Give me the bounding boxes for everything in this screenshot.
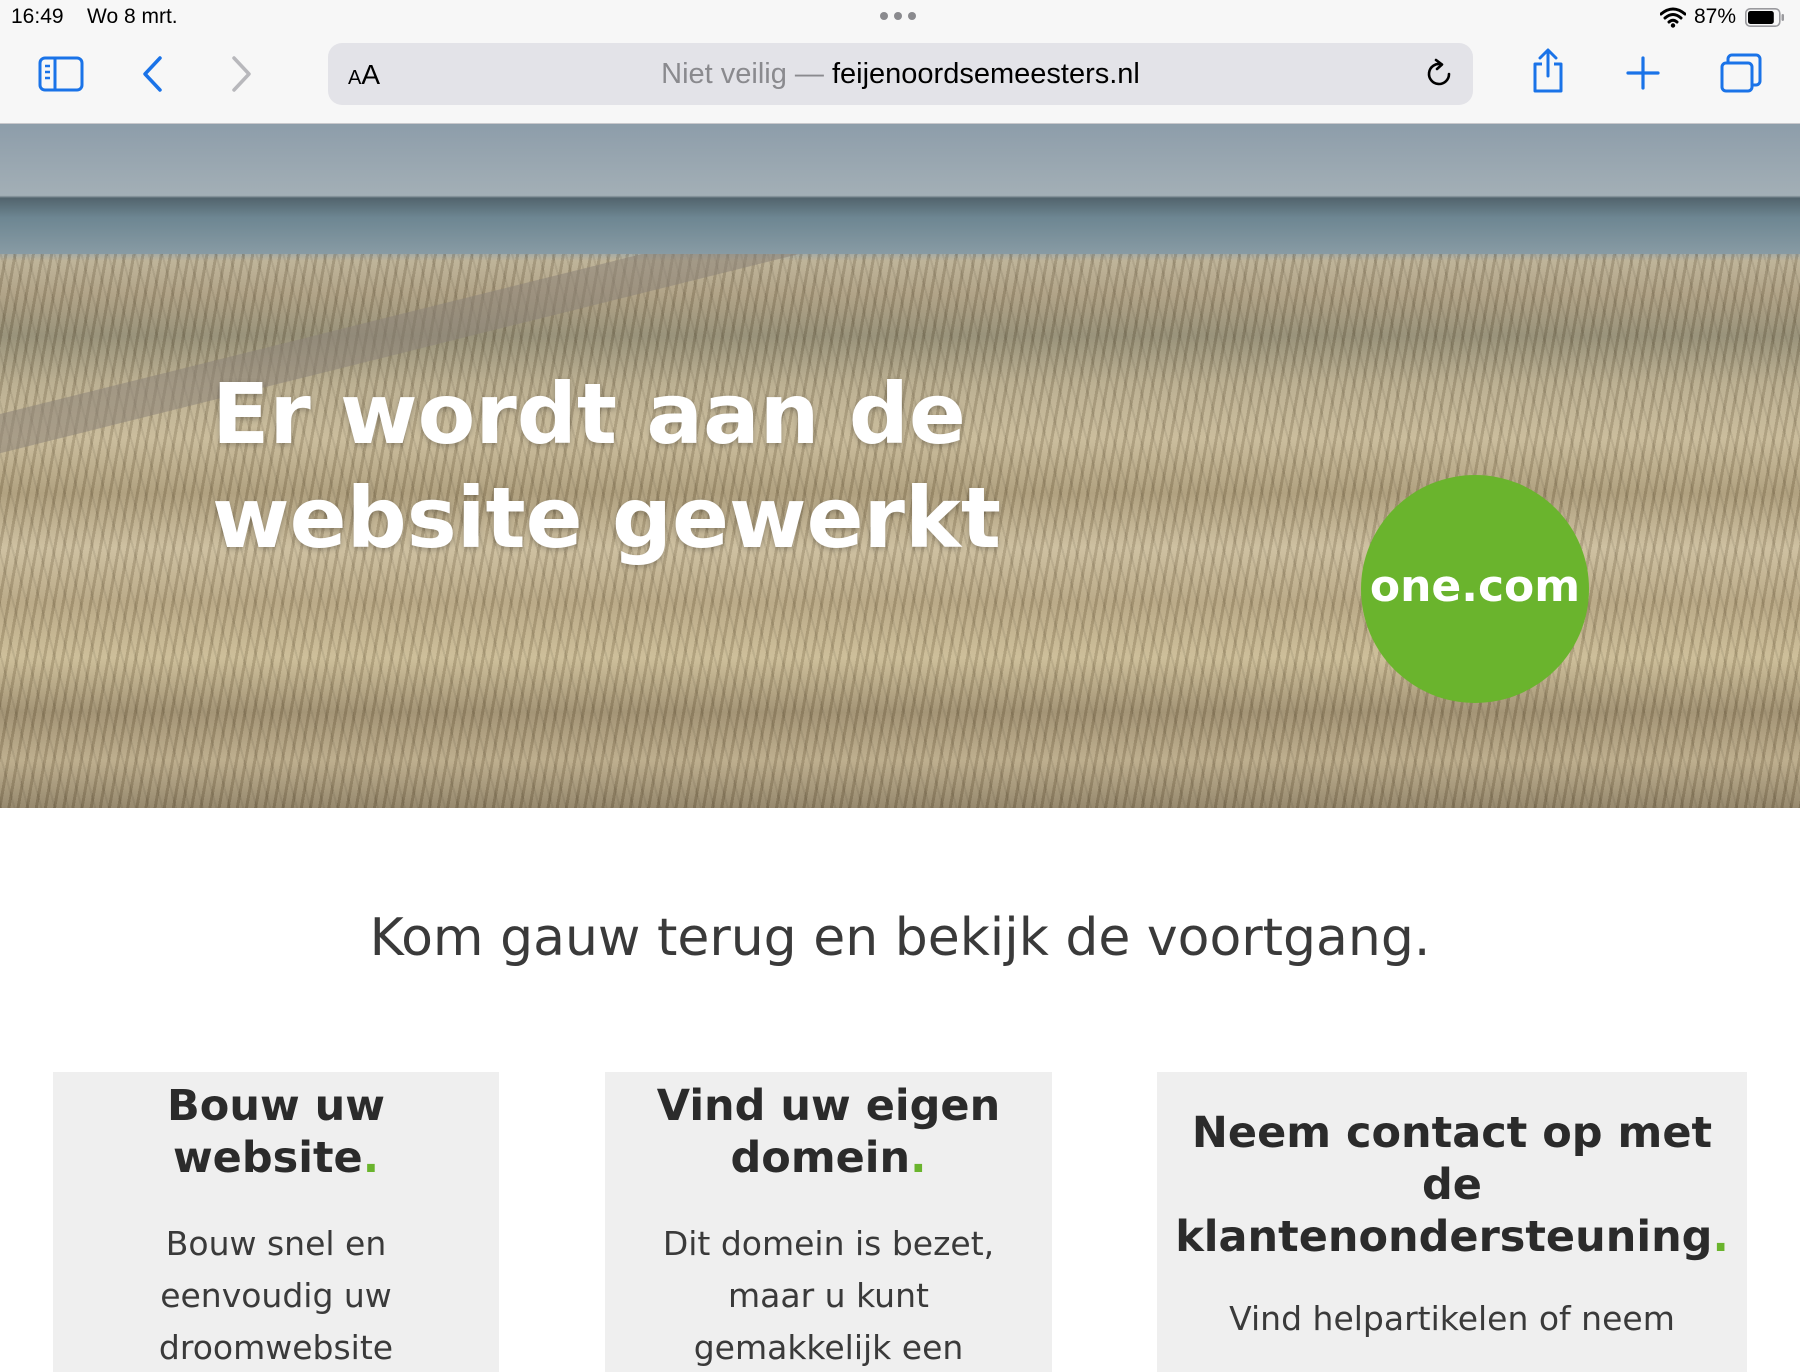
- reload-icon[interactable]: [1423, 58, 1455, 90]
- card-text: Vind helpartikelen of neem: [1229, 1299, 1675, 1338]
- card-contact-support[interactable]: Neem contact op met de klantenondersteunin…: [1157, 1072, 1747, 1372]
- url-domain: feijenoordsemeesters.nl: [831, 58, 1140, 90]
- card-title: Bouw uw website.: [167, 1081, 385, 1183]
- tabs-icon[interactable]: [1720, 53, 1762, 93]
- card-text: Dit domein is bezet, maar u kunt gemakkeli…: [662, 1224, 995, 1367]
- one-com-logo[interactable]: one.com: [1361, 475, 1589, 703]
- page-subtitle: Kom gauw terug en bekijk de voortgang.: [369, 908, 1431, 968]
- url-separator: —: [794, 58, 824, 90]
- card-title: Neem contact op met de klantenondersteunin…: [1175, 1108, 1729, 1262]
- status-time: 16:49: [11, 5, 64, 28]
- status-bar: 16:49 Wo 8 mrt. 87%: [0, 0, 1800, 36]
- card-text: Bouw snel en eenvoudig uw droomwebsite: [158, 1224, 394, 1367]
- share-icon[interactable]: [1530, 48, 1566, 94]
- sidebar-icon[interactable]: [38, 56, 84, 92]
- logo-text: one.com: [1369, 561, 1581, 612]
- wifi-icon: [1660, 7, 1686, 28]
- url-text[interactable]: Niet veilig — feijenoordsemeesters.nl: [328, 58, 1473, 91]
- new-tab-icon[interactable]: [1626, 56, 1660, 90]
- status-date: Wo 8 mrt.: [87, 5, 178, 28]
- hero-banner: Er wordt aan de website gewerkt one.com: [0, 124, 1800, 808]
- multitask-dots-icon[interactable]: [880, 12, 920, 22]
- back-icon[interactable]: [140, 54, 166, 94]
- card-build-website[interactable]: Bouw uw website. Bouw snel en eenvoudig uw…: [53, 1072, 499, 1372]
- hero-title: Er wordt aan de website gewerkt: [212, 365, 1001, 567]
- insecure-label: Niet veilig: [661, 58, 787, 90]
- card-find-domain[interactable]: Vind uw eigen domein. Dit domein is bezet…: [605, 1072, 1052, 1372]
- card-title: Vind uw eigen domein.: [656, 1081, 1001, 1183]
- browser-toolbar: AA Niet veilig — feijenoordsemeesters.nl: [0, 36, 1800, 124]
- forward-icon[interactable]: [228, 54, 254, 94]
- address-bar[interactable]: AA Niet veilig — feijenoordsemeesters.nl: [328, 43, 1473, 105]
- battery-percent: 87%: [1694, 5, 1737, 28]
- battery-icon: [1745, 8, 1784, 27]
